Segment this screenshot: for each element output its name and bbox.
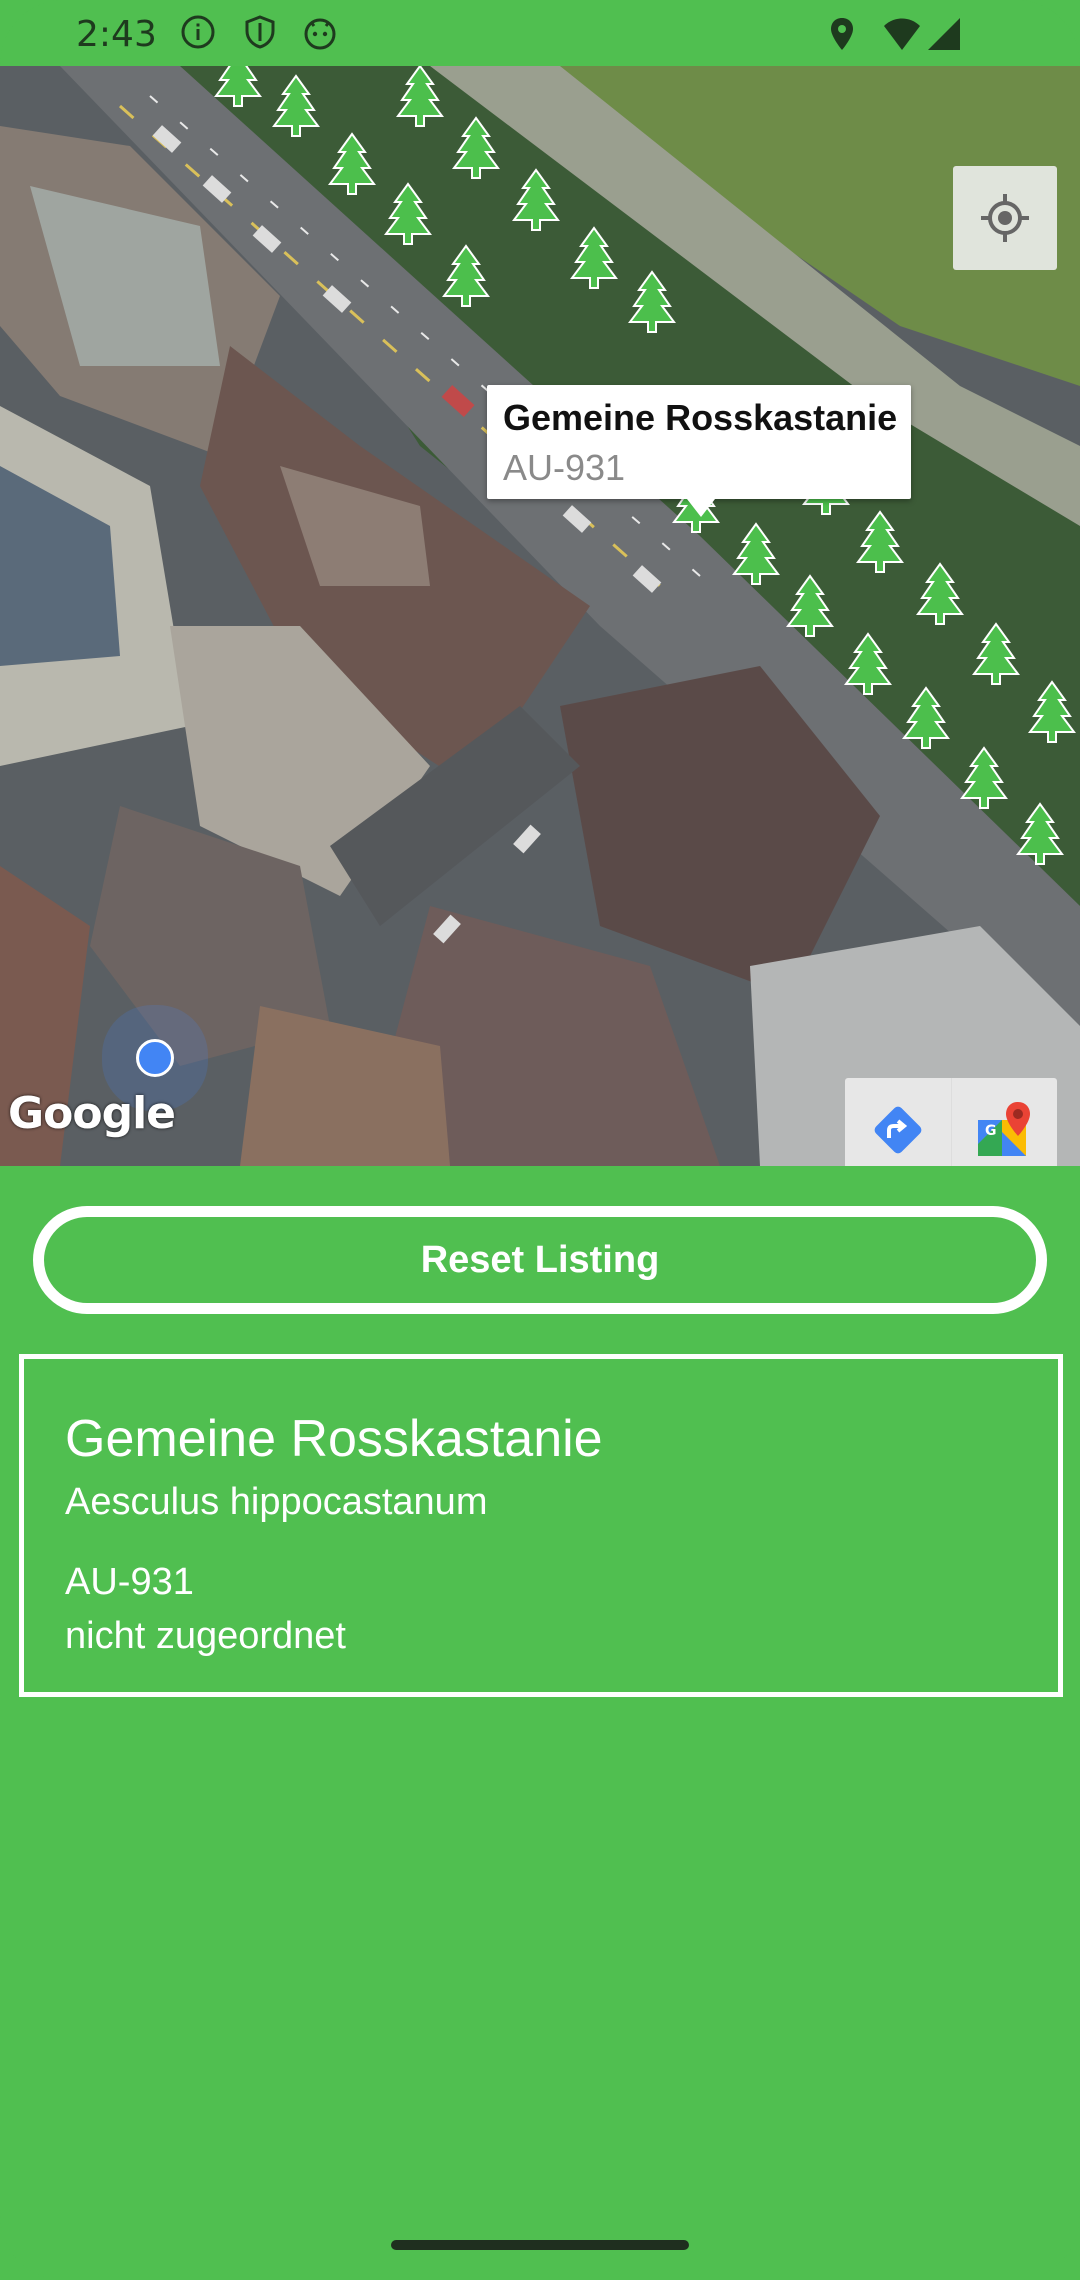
signal-icon <box>928 18 960 50</box>
status-bar: 2:43 <box>0 0 1080 66</box>
my-location-button[interactable] <box>953 166 1057 270</box>
svg-text:G: G <box>985 1123 997 1139</box>
android-face-icon <box>304 18 336 50</box>
tree-id: AU-931 <box>65 1561 194 1603</box>
home-indicator[interactable] <box>391 2240 689 2250</box>
open-google-maps-button[interactable]: G <box>950 1078 1058 1166</box>
tree-detail-card[interactable]: Gemeine Rosskastanie Aesculus hippocasta… <box>19 1354 1063 1697</box>
marker-info-window[interactable]: Gemeine Rosskastanie AU-931 <box>487 385 911 517</box>
info-icon <box>181 15 215 49</box>
tree-common-name: Gemeine Rosskastanie <box>65 1410 603 1468</box>
satellite-map <box>0 66 1080 1166</box>
wifi-icon <box>884 18 920 50</box>
location-pin-icon <box>831 18 853 50</box>
directions-button[interactable] <box>845 1078 951 1166</box>
info-window-title: Gemeine Rosskastanie <box>503 397 898 438</box>
tree-assignment-status: nicht zugeordnet <box>65 1615 346 1657</box>
map-view[interactable]: Gemeine Rosskastanie AU-931 G Google <box>0 66 1080 1166</box>
app-screen: 2:43 Gemeine Rosskastanie AU-931 G Googl… <box>0 0 1080 2280</box>
shield-icon <box>245 15 275 49</box>
directions-icon <box>874 1106 922 1154</box>
google-maps-icon: G <box>978 1102 1031 1156</box>
google-attribution: Google <box>8 1088 176 1139</box>
current-location-marker <box>136 1039 174 1077</box>
tree-scientific-name: Aesculus hippocastanum <box>65 1481 488 1523</box>
info-window-subtitle: AU-931 <box>503 447 626 488</box>
my-location-icon <box>981 194 1029 242</box>
status-time: 2:43 <box>76 14 157 55</box>
map-toolbar: G <box>845 1078 1057 1166</box>
reset-listing-button[interactable]: Reset Listing <box>33 1206 1047 1314</box>
